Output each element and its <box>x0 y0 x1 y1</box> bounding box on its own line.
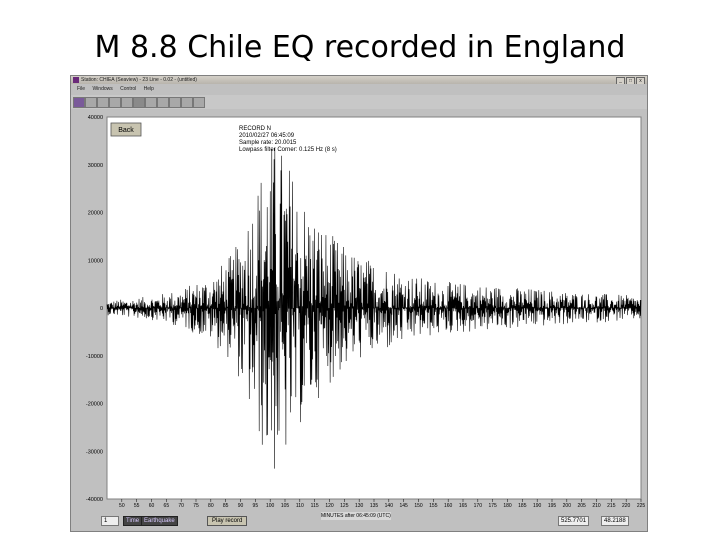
play-record-button[interactable]: Play record <box>207 516 248 526</box>
x-tick-label: 100 <box>266 503 275 508</box>
x-tick-label: 60 <box>149 503 155 508</box>
window-controls: _ □ x <box>615 77 645 84</box>
x-tick-label: 175 <box>488 503 497 508</box>
slide-title: M 8.8 Chile EQ recorded in England <box>94 30 626 65</box>
y-tick-label: 0 <box>100 306 103 312</box>
x-tick-label: 80 <box>208 503 214 508</box>
x-tick-label: 75 <box>193 503 199 508</box>
x-axis-label: MINUTES after 06:45:09 (UTC) <box>321 512 391 520</box>
x-tick-label: 50 <box>119 503 125 508</box>
open-icon[interactable] <box>73 97 85 108</box>
y-tick-label: 40000 <box>88 115 103 121</box>
x-tick-label: 85 <box>223 503 229 508</box>
info-icon[interactable] <box>193 97 205 108</box>
y-tick-label: 30000 <box>88 163 103 169</box>
info-line-4: Lowpass filter Corner: 0.125 Hz (8 s) <box>239 147 337 153</box>
app-icon <box>73 77 79 83</box>
zoom-out-icon[interactable] <box>121 97 133 108</box>
x-tick-label: 225 <box>637 503 646 508</box>
x-tick-label: 195 <box>548 503 557 508</box>
zoom-in-icon[interactable] <box>109 97 121 108</box>
save-icon[interactable] <box>85 97 97 108</box>
x-tick-label: 115 <box>311 503 319 508</box>
menu-control[interactable]: Control <box>120 86 136 92</box>
x-tick-label: 125 <box>340 503 349 508</box>
x-tick-label: 65 <box>164 503 170 508</box>
x-tick-label: 145 <box>399 503 408 508</box>
x-tick-label: 210 <box>592 503 601 508</box>
y-tick-label: -40000 <box>86 497 103 503</box>
x-tick-label: 180 <box>503 503 512 508</box>
x-tick-label: 220 <box>622 503 631 508</box>
minimize-button[interactable]: _ <box>616 77 625 84</box>
x-tick-label: 190 <box>533 503 542 508</box>
statusbar: 1 Time Earthquake Play record MINUTES af… <box>71 511 647 529</box>
app-window: Station: CHIEA (Seaview) - 23 Line - 0.0… <box>70 75 648 532</box>
left-value-box: 525.7701 <box>558 516 590 526</box>
y-tick-label: -30000 <box>86 449 103 455</box>
x-tick-label: 165 <box>459 503 468 508</box>
close-button[interactable]: x <box>636 77 645 84</box>
settings-icon[interactable] <box>181 97 193 108</box>
time-mode[interactable]: Time <box>123 516 143 526</box>
x-tick-label: 150 <box>414 503 423 508</box>
window-title: Station: CHIEA (Seaview) - 23 Line - 0.0… <box>81 77 197 83</box>
menubar: File Windows Control Help <box>71 85 647 94</box>
info-line-1: RECORD N <box>239 126 271 132</box>
spectrum-icon[interactable] <box>157 97 169 108</box>
seismogram-chart: 40000 30000 20000 10000 0 -10000 -20000 -30000 -… <box>71 110 647 509</box>
x-tick-label: 55 <box>134 503 140 508</box>
x-tick-label: 105 <box>281 503 290 508</box>
menu-file[interactable]: File <box>77 86 85 92</box>
print-icon[interactable] <box>97 97 109 108</box>
toolbar <box>71 95 647 109</box>
x-tick-label: 120 <box>325 503 334 508</box>
x-tick-label: 70 <box>178 503 184 508</box>
y-tick-label: 20000 <box>88 211 103 217</box>
earthquake-mode[interactable]: Earthquake <box>141 516 178 526</box>
x-tick-label: 135 <box>370 503 379 508</box>
x-tick-label: 90 <box>238 503 244 508</box>
y-tick-label: 10000 <box>88 258 103 264</box>
menu-help[interactable]: Help <box>144 86 154 92</box>
x-tick-label: 160 <box>444 503 453 508</box>
x-tick-label: 95 <box>253 503 259 508</box>
y-tick-label: -20000 <box>86 402 103 408</box>
x-tick-label: 185 <box>518 503 527 508</box>
pick-icon[interactable] <box>169 97 181 108</box>
info-line-2: 2010/02/27 06:45:09 <box>239 133 295 139</box>
menu-windows[interactable]: Windows <box>92 86 112 92</box>
x-tick-label: 205 <box>577 503 586 508</box>
info-line-3: Sample rate: 20.0015 <box>239 140 297 146</box>
window-titlebar: Station: CHIEA (Seaview) - 23 Line - 0.0… <box>71 76 647 84</box>
x-tick-label: 140 <box>385 503 394 508</box>
x-tick-label: 170 <box>474 503 483 508</box>
x-tick-label: 200 <box>563 503 572 508</box>
trace-icon[interactable] <box>133 97 145 108</box>
x-tick-label: 130 <box>355 503 364 508</box>
maximize-button[interactable]: □ <box>626 77 635 84</box>
seismogram-svg: 40000 30000 20000 10000 0 -10000 -20000 -30000 -… <box>86 115 646 509</box>
x-tick-label: 215 <box>607 503 616 508</box>
channel-field[interactable]: 1 <box>101 516 119 526</box>
right-value-box: 48.2188 <box>601 516 629 526</box>
y-tick-label: -10000 <box>86 354 103 360</box>
back-button-label[interactable]: Back <box>118 127 134 134</box>
x-tick-label: 110 <box>296 503 304 508</box>
filter-icon[interactable] <box>145 97 157 108</box>
x-tick-label: 155 <box>429 503 438 508</box>
